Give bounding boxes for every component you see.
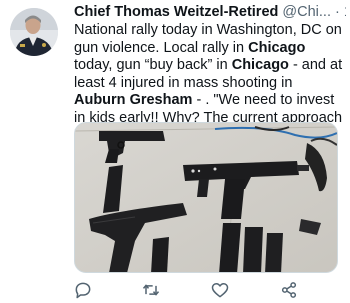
avatar-photo <box>10 8 58 56</box>
retweet-button[interactable] <box>141 280 161 300</box>
tweet-media[interactable] <box>74 122 338 273</box>
share-button[interactable] <box>279 280 299 300</box>
heart-icon <box>211 283 229 298</box>
tweet-header: Chief Thomas Weitzel-Retired @Chi... · 1… <box>74 2 346 22</box>
tweet-text-part: today, gun “buy back” in <box>74 57 232 74</box>
guns-photo <box>75 123 337 272</box>
bold-chicago-1: Chicago <box>248 39 306 56</box>
bold-chicago-2: Chicago <box>231 57 289 74</box>
separator-dot: · <box>335 4 340 20</box>
timestamp[interactable]: 11h <box>344 4 346 20</box>
avatar[interactable] <box>10 8 58 56</box>
reply-button[interactable] <box>73 280 93 300</box>
tweet[interactable]: Chief Thomas Weitzel-Retired @Chi... · 1… <box>0 0 350 303</box>
speech-bubble-icon <box>75 282 91 299</box>
bold-auburn-gresham: Auburn Gresham <box>74 92 193 109</box>
retweet-icon <box>142 284 160 296</box>
tweet-actions <box>0 280 350 302</box>
author-name[interactable]: Chief Thomas Weitzel-Retired <box>74 4 278 20</box>
like-button[interactable] <box>210 280 230 300</box>
author-handle[interactable]: @Chi... <box>282 4 331 20</box>
share-icon <box>281 282 297 298</box>
